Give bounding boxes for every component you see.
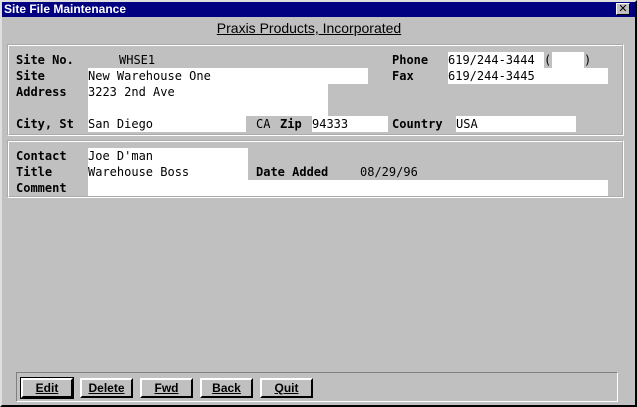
window-title: Site File Maintenance [4, 2, 127, 16]
phone-ext-close: ) [584, 53, 592, 67]
address-label: Address [16, 85, 67, 99]
site-file-window: Site File Maintenance ✕ Praxis Products,… [0, 0, 637, 407]
phone-ext-field[interactable] [552, 52, 584, 68]
delete-button[interactable]: Delete [80, 378, 133, 398]
fwd-button[interactable]: Fwd [140, 378, 193, 398]
edit-button[interactable]: Edit [20, 377, 74, 399]
date-added-label: Date Added [256, 165, 329, 179]
phone-ext-open: ( [544, 53, 552, 67]
city-field[interactable]: San Diego [88, 116, 246, 132]
quit-button[interactable]: Quit [260, 378, 313, 398]
date-added-value: 08/29/96 [360, 165, 418, 179]
country-field[interactable]: USA [456, 116, 576, 132]
zip-field[interactable]: 94333 [312, 116, 388, 132]
site-no-label: Site No. [16, 53, 74, 67]
title-label: Title [16, 165, 53, 179]
title-field[interactable]: Warehouse Boss [88, 164, 248, 180]
address-field[interactable]: 3223 2nd Ave [88, 84, 328, 116]
city-state-label: City, St [16, 117, 74, 131]
site-no-value: WHSE1 [119, 53, 156, 67]
country-label: Country [392, 117, 443, 131]
fax-label: Fax [392, 69, 414, 83]
fax-field[interactable]: 619/244-3445 [448, 68, 608, 84]
company-name: Praxis Products, Incorporated [216, 20, 402, 36]
comment-field[interactable] [88, 180, 608, 196]
phone-label: Phone [392, 53, 429, 67]
state-value: CA [256, 117, 271, 131]
contact-label: Contact [16, 149, 67, 163]
zip-label: Zip [280, 117, 302, 131]
comment-label: Comment [16, 181, 67, 195]
contact-field[interactable]: Joe D'man [88, 148, 248, 164]
site-name-field[interactable]: New Warehouse One [88, 68, 368, 84]
phone-field[interactable]: 619/244-3444 [448, 52, 544, 68]
title-bar: Site File Maintenance ✕ [2, 2, 635, 17]
close-icon[interactable]: ✕ [616, 3, 630, 15]
back-button[interactable]: Back [200, 378, 253, 398]
site-label: Site [16, 69, 45, 83]
